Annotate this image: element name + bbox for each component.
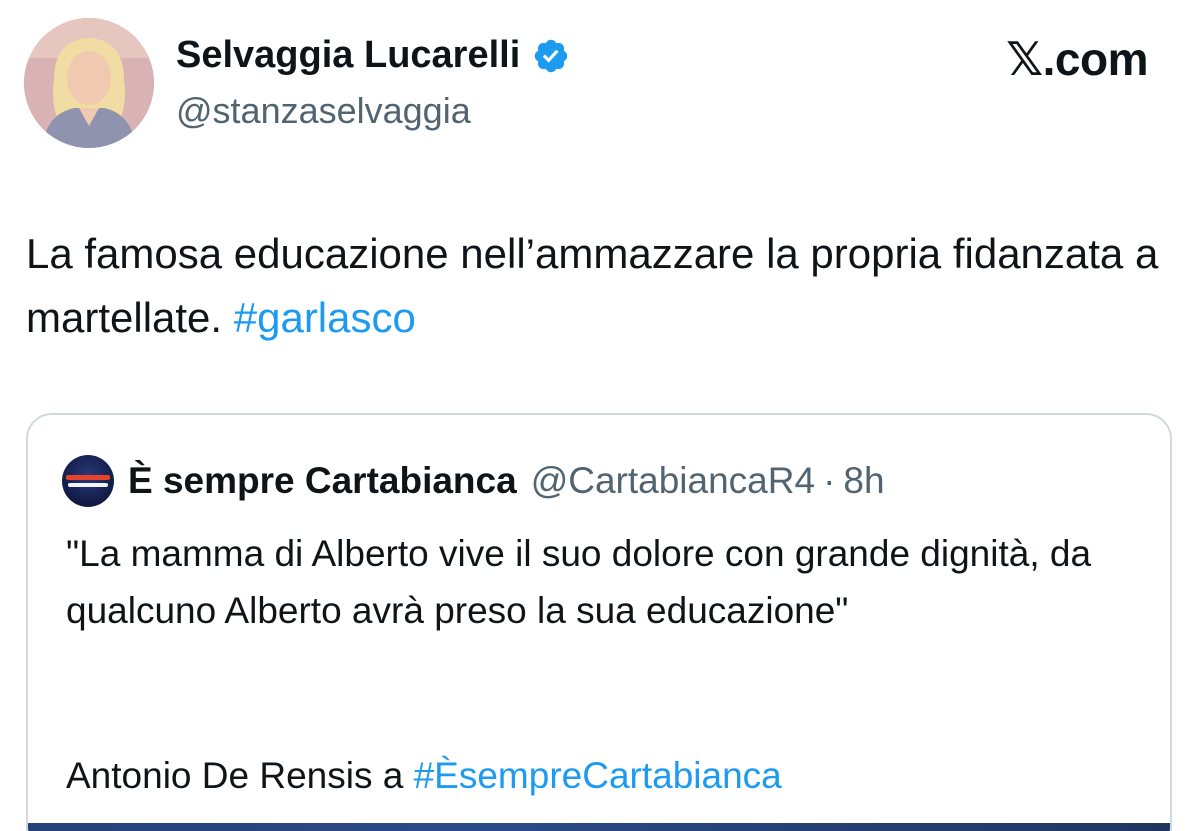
- quoted-tweet-card[interactable]: È sempre Cartabianca @CartabiancaR4 · 8h…: [26, 413, 1172, 831]
- tweet-body: La famosa educazione nell’ammazzare la p…: [26, 230, 1159, 341]
- credit-hashtag-link[interactable]: #ÈsempreCartabianca: [414, 755, 782, 796]
- tweet-text: La famosa educazione nell’ammazzare la p…: [26, 222, 1166, 350]
- quoted-tweet-text: "La mamma di Alberto vive il suo dolore …: [66, 533, 1092, 631]
- hashtag-link[interactable]: #garlasco: [234, 294, 416, 341]
- quoted-author-handle[interactable]: @CartabiancaR4: [531, 460, 815, 502]
- author-avatar[interactable]: [24, 18, 154, 148]
- quoted-author-name[interactable]: È sempre Cartabianca: [128, 460, 517, 502]
- separator-dot: ·: [823, 460, 836, 501]
- x-logo[interactable]: 𝕏.com: [1006, 32, 1148, 86]
- author-handle[interactable]: @stanzaselvaggia: [176, 90, 471, 132]
- tweet: Selvaggia Lucarelli @stanzaselvaggia 𝕏.c…: [0, 0, 1200, 831]
- verified-badge-icon: [532, 37, 570, 75]
- author-name-row[interactable]: Selvaggia Lucarelli: [176, 34, 570, 77]
- credit-prefix: Antonio De Rensis a: [66, 755, 414, 796]
- quoted-tweet-time[interactable]: 8h: [843, 460, 884, 502]
- author-name[interactable]: Selvaggia Lucarelli: [176, 34, 520, 77]
- quoted-tweet-credit: Antonio De Rensis a #ÈsempreCartabianca: [66, 747, 782, 804]
- quoted-tweet-header: È sempre Cartabianca @CartabiancaR4 · 8h: [62, 455, 885, 507]
- quoted-author-avatar[interactable]: [62, 455, 114, 507]
- quoted-tweet-media[interactable]: [28, 823, 1170, 831]
